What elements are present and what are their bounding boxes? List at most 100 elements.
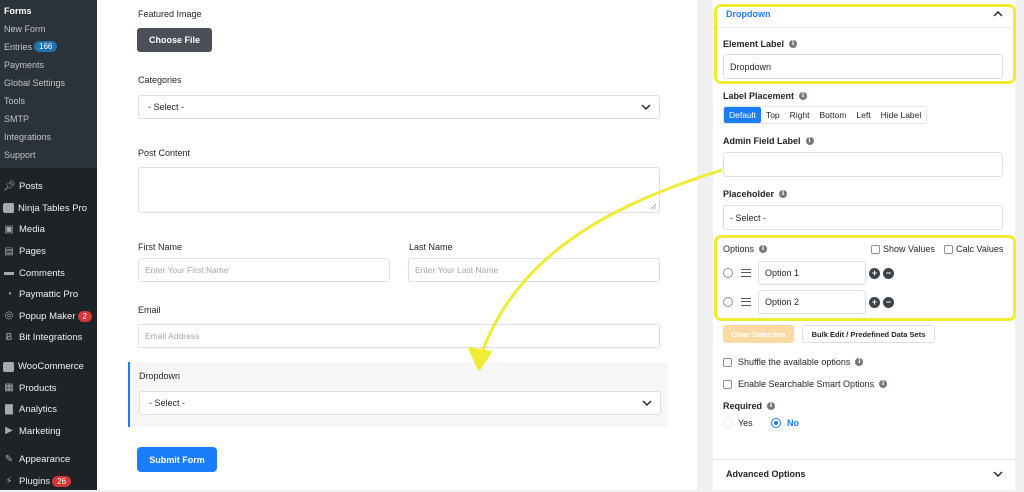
sidebar-item-smtp[interactable]: SMTP	[0, 110, 97, 128]
placement-bottom[interactable]: Bottom	[814, 107, 852, 123]
clear-selection-button[interactable]: Clear Selection	[723, 325, 794, 343]
chevron-down-icon	[642, 400, 652, 406]
remove-option-icon[interactable]: −	[883, 267, 894, 279]
choose-file-button[interactable]: Choose File	[137, 28, 212, 52]
menu-item-comments[interactable]: ▬ Comments	[0, 262, 97, 284]
sidebar-item-integrations[interactable]: Integrations	[0, 128, 97, 146]
show-values-toggle[interactable]: Show Values	[871, 244, 935, 254]
option-default-radio[interactable]	[723, 297, 733, 307]
chevron-up-icon[interactable]	[993, 10, 1003, 17]
info-icon[interactable]: i	[789, 40, 798, 48]
required-heading: Required i	[723, 401, 776, 411]
menu-item-posts[interactable]: 📌︎ Posts	[0, 176, 97, 198]
dropdown-select[interactable]: - Select -	[139, 391, 661, 415]
placement-left[interactable]: Left	[851, 107, 876, 123]
sidebar-item-support[interactable]: Support	[0, 146, 97, 164]
submit-form-button[interactable]: Submit Form	[137, 447, 217, 472]
menu-item-marketing[interactable]: ▶ Marketing	[0, 421, 97, 443]
megaphone-icon: ▶	[5, 425, 13, 437]
drag-handle-icon[interactable]	[741, 269, 751, 277]
required-text: Required	[723, 401, 763, 411]
option-row: Option 2 + −	[723, 290, 894, 314]
sidebar-item-global-settings[interactable]: Global Settings	[0, 74, 97, 92]
menu-item-pages[interactable]: ▤ Pages	[0, 241, 97, 263]
field-settings-panel: Dropdown Element Label i Dropdown Label P…	[713, 0, 1015, 490]
advanced-options-toggle[interactable]: Advanced Options	[713, 459, 1015, 487]
info-icon[interactable]: i	[759, 245, 768, 253]
plugins-update-badge: 26	[52, 476, 72, 488]
options-text: Options	[723, 244, 755, 254]
shuffle-option[interactable]: Shuffle the available options i	[723, 357, 864, 367]
show-values-checkbox[interactable]	[871, 244, 880, 254]
add-option-icon[interactable]: +	[869, 267, 880, 279]
menu-item-plugins[interactable]: ⚡︎ Plugins 26	[0, 471, 97, 492]
info-icon[interactable]: i	[799, 92, 808, 100]
menu-item-analytics[interactable]: ▇ Analytics	[0, 399, 97, 421]
menu-item-products[interactable]: ▦ Products	[0, 377, 97, 399]
placement-top[interactable]: Top	[760, 107, 785, 123]
info-icon[interactable]: i	[779, 190, 788, 198]
placement-default[interactable]: Default	[724, 107, 761, 123]
placeholder-input[interactable]: - Select -	[723, 205, 1003, 230]
sidebar-item-forms[interactable]: Forms	[0, 2, 97, 20]
categories-select[interactable]: - Select -	[138, 95, 660, 119]
option-label-input[interactable]: Option 2	[758, 290, 866, 314]
element-label-value: Dropdown	[730, 61, 772, 72]
menu-item-ninja-tables[interactable]: Ninja Tables Pro	[0, 198, 97, 220]
searchable-checkbox[interactable]	[723, 379, 732, 389]
menu-item-media[interactable]: ▣ Media	[0, 219, 97, 241]
menu-item-appearance[interactable]: ✎ Appearance	[0, 449, 97, 471]
resize-handle-icon[interactable]	[650, 203, 657, 210]
calc-values-checkbox[interactable]	[944, 244, 953, 254]
forms-submenu: Forms New Form Entries 166 Payments Globa…	[0, 0, 97, 168]
searchable-option[interactable]: Enable Searchable Smart Options i	[723, 379, 888, 389]
bulk-edit-button[interactable]: Bulk Edit / Predefined Data Sets	[802, 325, 935, 343]
advanced-options-text: Advanced Options	[726, 468, 806, 479]
placement-right[interactable]: Right	[784, 107, 815, 123]
sidebar-item-new-form[interactable]: New Form	[0, 20, 97, 38]
dropdown-field-block[interactable]: Dropdown - Select -	[128, 362, 668, 427]
admin-field-label-input[interactable]	[723, 152, 1003, 177]
placeholder-text: Placeholder	[723, 189, 775, 199]
required-yes-option[interactable]: Yes	[723, 418, 753, 428]
shuffle-text: Shuffle the available options	[738, 357, 851, 367]
sidebar-item-entries[interactable]: Entries 166	[0, 38, 97, 56]
sidebar-item-label: New Form	[4, 24, 46, 34]
menu-item-label: Popup Maker	[19, 310, 76, 322]
featured-image-label: Featured Image	[138, 9, 202, 19]
last-name-input[interactable]: Enter Your Last Name	[408, 258, 660, 282]
remove-option-icon[interactable]: −	[883, 296, 894, 308]
entries-count-badge: 166	[34, 41, 58, 52]
analytics-icon: ▇	[5, 403, 13, 415]
sidebar-item-tools[interactable]: Tools	[0, 92, 97, 110]
label-placement-group: Default Top Right Bottom Left Hide Label	[723, 106, 928, 124]
option-label-input[interactable]: Option 1	[758, 261, 866, 285]
calc-values-toggle[interactable]: Calc Values	[944, 244, 1003, 254]
menu-item-label: WooCommerce	[18, 361, 84, 373]
menu-item-paymattic[interactable]: ◔ Paymattic Pro	[0, 284, 97, 306]
placeholder-value: - Select -	[730, 212, 767, 223]
menu-item-popup-maker[interactable]: ◎ Popup Maker 2	[0, 306, 97, 328]
drag-handle-icon[interactable]	[741, 298, 751, 306]
post-content-textarea[interactable]	[138, 167, 660, 213]
add-option-icon[interactable]: +	[869, 296, 880, 308]
sidebar-item-payments[interactable]: Payments	[0, 56, 97, 74]
option-default-radio[interactable]	[723, 268, 733, 278]
element-label-input[interactable]: Dropdown	[723, 54, 1003, 79]
pushpin-icon: 📌︎	[3, 180, 16, 192]
email-input[interactable]: Email Address	[138, 324, 660, 348]
required-no-radio[interactable]	[771, 418, 781, 428]
menu-item-bit-integrations[interactable]: Ƀ Bit Integrations	[0, 327, 97, 349]
shuffle-checkbox[interactable]	[723, 357, 732, 367]
menu-item-woocommerce[interactable]: WooCommerce	[0, 356, 97, 378]
info-icon[interactable]: i	[855, 358, 864, 366]
info-icon[interactable]: i	[805, 137, 814, 145]
first-name-input[interactable]: Enter Your First Name	[138, 258, 390, 282]
panel-header[interactable]: Dropdown	[713, 0, 1015, 28]
info-icon[interactable]: i	[879, 380, 888, 388]
menu-item-label: Posts	[19, 181, 43, 193]
placement-hide-label[interactable]: Hide Label	[875, 107, 927, 123]
required-no-option[interactable]: No	[771, 418, 799, 428]
info-icon[interactable]: i	[767, 402, 776, 410]
required-yes-radio[interactable]	[723, 418, 733, 428]
